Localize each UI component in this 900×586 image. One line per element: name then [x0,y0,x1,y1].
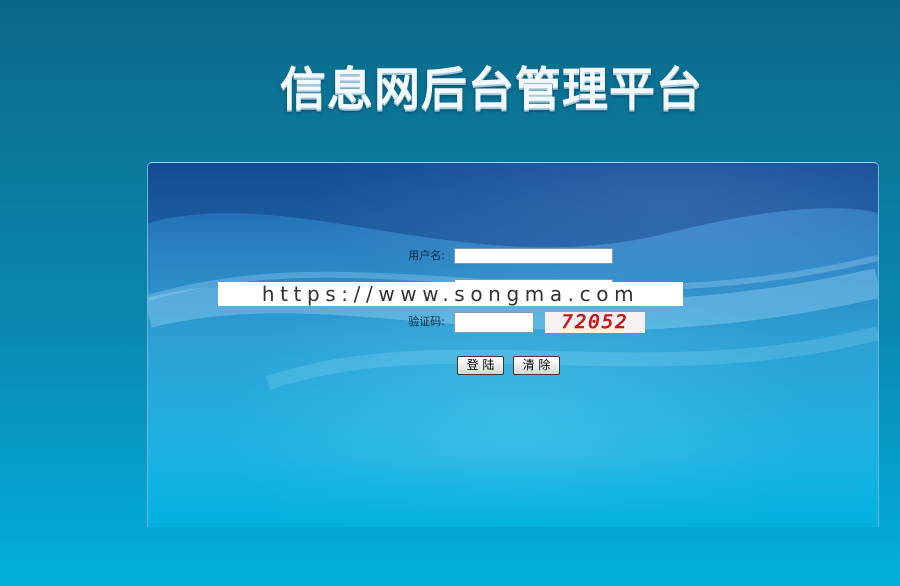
username-input[interactable] [454,248,613,264]
login-button[interactable]: 登 陆 [457,356,504,375]
watermark-url: https://www.songma.com [218,282,683,306]
captcha-image[interactable]: 72052 [545,311,645,333]
panel-bottom-fade [148,457,878,527]
login-page: { "header": { "title": "信息网后台管理平台" }, "f… [0,0,900,586]
username-label: 用户名: [408,249,445,262]
captcha-label: 验证码: [408,315,445,328]
captcha-input[interactable] [454,312,534,333]
clear-button[interactable]: 清 除 [513,356,560,375]
login-panel [147,162,879,527]
page-title: 信息网后台管理平台 [280,62,703,116]
